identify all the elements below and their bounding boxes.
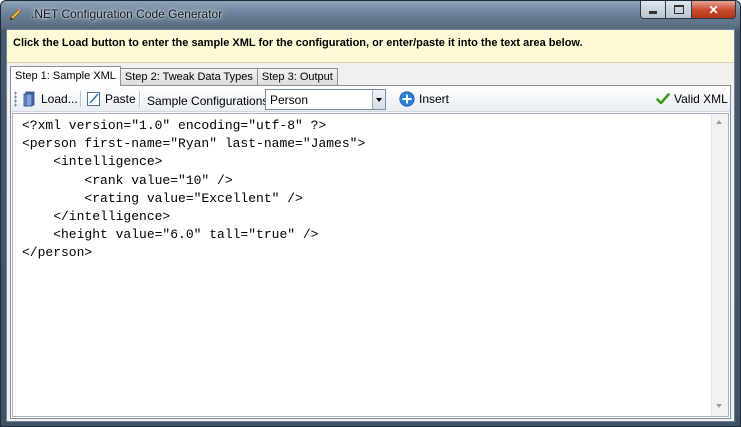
- toolbar-separator: [80, 91, 82, 107]
- paste-button[interactable]: Paste: [86, 90, 136, 108]
- toolbar: Load... Paste Sample Configurations: Per…: [11, 86, 730, 112]
- instruction-text: Click the Load button to enter the sampl…: [13, 37, 583, 49]
- sample-configurations-value: Person: [270, 93, 309, 107]
- plus-circle-icon: [399, 91, 415, 107]
- close-icon: ✕: [708, 2, 719, 17]
- app-window: .NET Configuration Code Generator ✕ Clic…: [0, 0, 741, 427]
- pencil-icon: [9, 8, 22, 21]
- valid-xml-label: Valid XML: [674, 92, 728, 106]
- minimize-icon: [649, 11, 657, 14]
- dropdown-arrow[interactable]: [372, 90, 385, 109]
- insert-button[interactable]: Insert: [399, 90, 449, 108]
- book-icon: [23, 91, 35, 107]
- close-button[interactable]: ✕: [692, 1, 736, 19]
- step-tabs: Step 1: Sample XML Step 2: Tweak Data Ty…: [10, 65, 338, 86]
- valid-xml-status: Valid XML: [656, 90, 728, 108]
- scroll-up-icon[interactable]: [716, 120, 722, 124]
- window-title: .NET Configuration Code Generator: [31, 7, 223, 21]
- xml-content[interactable]: <?xml version="1.0" encoding="utf-8" ?> …: [22, 117, 365, 263]
- checkmark-icon: [656, 93, 670, 105]
- client-area: Click the Load button to enter the sampl…: [6, 29, 735, 422]
- maximize-icon: [673, 5, 684, 14]
- sample-configurations-label: Sample Configurations:: [147, 94, 272, 108]
- paste-label: Paste: [105, 92, 136, 106]
- tab-output[interactable]: Step 3: Output: [256, 68, 338, 85]
- window-controls: ✕: [640, 1, 736, 19]
- vertical-scrollbar[interactable]: [711, 114, 728, 416]
- load-label: Load...: [41, 92, 78, 106]
- insert-label: Insert: [419, 92, 450, 106]
- title-bar[interactable]: .NET Configuration Code Generator ✕: [1, 1, 740, 29]
- xml-text-area[interactable]: <?xml version="1.0" encoding="utf-8" ?> …: [12, 113, 729, 417]
- minimize-button[interactable]: [640, 1, 666, 19]
- toolbar-grip[interactable]: [14, 91, 17, 107]
- tab-sample-xml[interactable]: Step 1: Sample XML: [10, 66, 121, 86]
- paste-icon: [87, 92, 100, 106]
- load-button[interactable]: Load...: [23, 90, 78, 108]
- chevron-down-icon: [376, 97, 382, 102]
- scroll-down-icon[interactable]: [716, 404, 722, 408]
- maximize-button[interactable]: [666, 1, 692, 19]
- tab-tweak-data-types[interactable]: Step 2: Tweak Data Types: [119, 68, 258, 85]
- instruction-banner: Click the Load button to enter the sampl…: [7, 30, 734, 63]
- sample-configurations-dropdown[interactable]: Person: [265, 89, 386, 110]
- toolbar-separator: [139, 91, 141, 107]
- sample-xml-panel: Load... Paste Sample Configurations: Per…: [10, 85, 731, 419]
